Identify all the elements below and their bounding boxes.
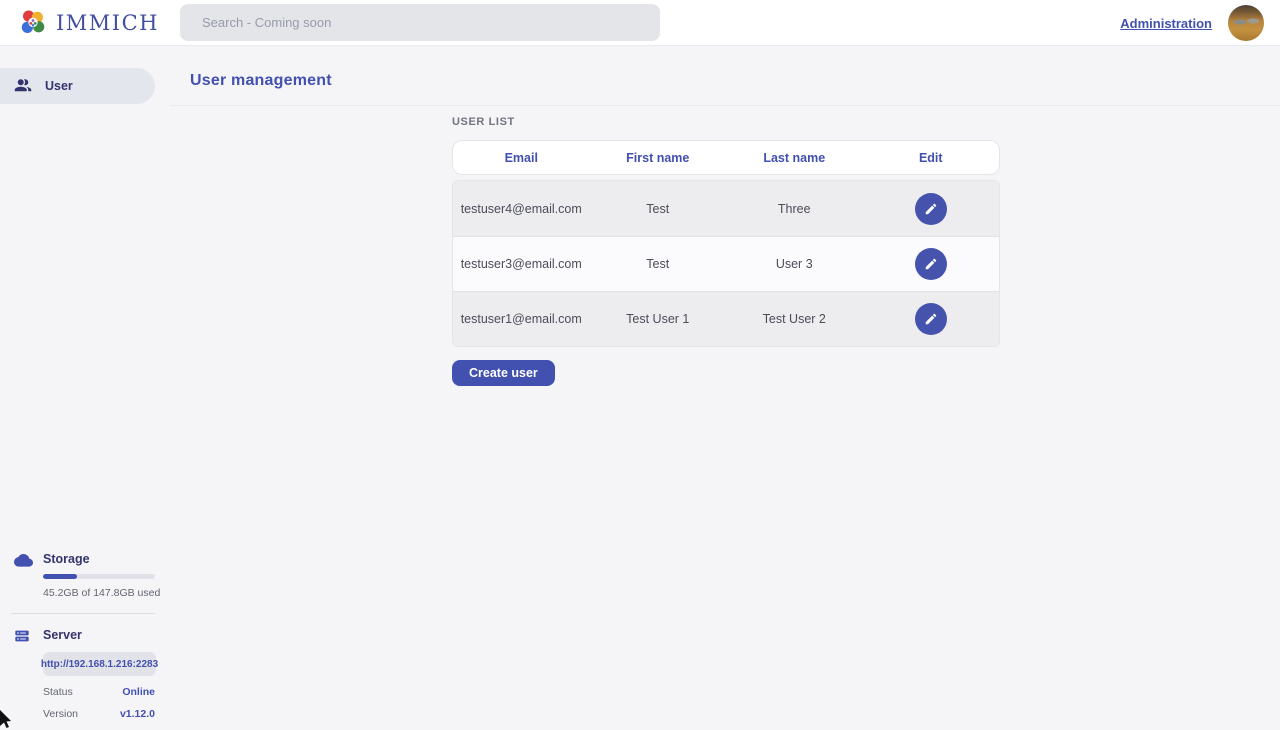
immich-logo-icon [18,8,48,38]
column-header-first-name: First name [590,151,727,165]
brand-name: IMMICH [56,11,159,35]
version-label: Version [43,708,78,720]
server-url-pill: http://192.168.1.216:2283 [43,652,156,676]
users-icon [14,77,32,95]
title-divider [170,105,1280,106]
cell-email: testuser4@email.com [453,202,590,216]
pencil-icon [924,312,938,326]
user-list-label: USER LIST [452,116,1000,128]
edit-user-button[interactable] [915,303,947,335]
storage-progress-bar [43,574,155,579]
cell-last-name: Three [726,202,863,216]
cloud-icon [0,552,43,567]
storage-progress-fill [43,574,77,579]
cell-email: testuser3@email.com [453,257,590,271]
storage-section: Storage 45.2GB of 147.8GB used [0,552,170,599]
main-content: User management USER LIST Email First na… [170,46,1280,730]
cell-first-name: Test [590,257,727,271]
cell-email: testuser1@email.com [453,312,590,326]
edit-user-button[interactable] [915,193,947,225]
cell-first-name: Test [590,202,727,216]
topbar: IMMICH Administration [0,0,1280,46]
sidebar: User Storage 45.2GB of 147.8GB used [0,46,170,730]
table-row: testuser1@email.com Test User 1 Test Use… [453,291,999,346]
status-label: Status [43,686,73,698]
sidebar-item-user-label: User [45,79,73,93]
search-bar[interactable] [180,4,660,41]
server-title: Server [43,628,156,642]
brand[interactable]: IMMICH [18,8,159,38]
cell-first-name: Test User 1 [590,312,727,326]
user-table-body: testuser4@email.com Test Three testuser3… [452,180,1000,347]
server-icon [0,628,43,644]
user-table-header: Email First name Last name Edit [452,140,1000,175]
sidebar-item-user[interactable]: User [0,68,155,104]
user-avatar[interactable] [1228,5,1264,41]
page-title: User management [190,72,1280,90]
search-input[interactable] [180,4,660,41]
create-user-button[interactable]: Create user [452,360,555,386]
table-row: testuser4@email.com Test Three [453,181,999,236]
server-status-row: Status Online [43,686,155,698]
sidebar-divider [11,613,155,614]
status-value: Online [122,686,155,698]
table-row: testuser3@email.com Test User 3 [453,236,999,291]
column-header-last-name: Last name [726,151,863,165]
server-version-row: Version v1.12.0 [43,708,155,720]
cell-last-name: User 3 [726,257,863,271]
cell-last-name: Test User 2 [726,312,863,326]
pencil-icon [924,202,938,216]
storage-usage-text: 45.2GB of 147.8GB used [43,587,160,599]
edit-user-button[interactable] [915,248,947,280]
version-value: v1.12.0 [120,708,155,720]
column-header-edit: Edit [863,151,1000,165]
server-section: Server http://192.168.1.216:2283 Status … [0,628,170,720]
column-header-email: Email [453,151,590,165]
pencil-icon [924,257,938,271]
storage-title: Storage [43,552,160,566]
administration-link[interactable]: Administration [1120,16,1212,31]
server-url: http://192.168.1.216:2283 [41,659,158,670]
